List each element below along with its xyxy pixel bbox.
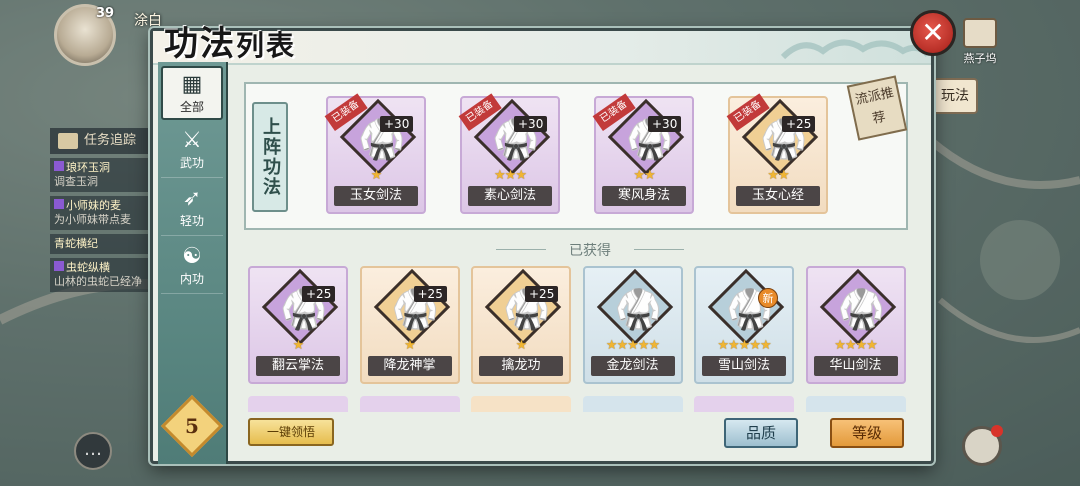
quest-marker-icon (54, 199, 64, 209)
quest-subtitle: 山林的虫蛇已经净 (54, 275, 142, 288)
skill-card[interactable]: 🥋 +25 ★ 翻云掌法 (248, 266, 348, 384)
skill-card[interactable]: 🥋 +25 ★ 降龙神掌 (359, 266, 460, 384)
player-name: 涂白 (134, 13, 162, 29)
partial-skill-card[interactable] (694, 396, 794, 412)
skill-stars: ★ (370, 168, 383, 183)
quest-title: 青蛇横纪 (54, 237, 98, 250)
quest-marker-icon (54, 261, 64, 271)
grid-icon: ▦ (181, 72, 203, 97)
skill-name: 华山剑法 (813, 356, 898, 376)
quest-item[interactable]: 小师妹的麦 为小师妹带点麦 (50, 196, 158, 230)
partial-skill-card[interactable] (582, 396, 683, 412)
partial-card-row (248, 396, 906, 412)
martial-artist-icon: 🥋 (837, 287, 885, 331)
dialog-title: 功法列表 (164, 16, 296, 65)
location-label: 燕子坞 (963, 52, 997, 65)
chat-bubble-icon: … (84, 439, 102, 460)
sidebar-item-label: 轻功 (179, 214, 204, 228)
skill-name: 擒龙功 (479, 356, 563, 376)
skill-stars: ★★★★ (834, 338, 878, 353)
claim-all-button[interactable]: 一键领悟 (248, 418, 334, 446)
sidebar-item-label: 内功 (179, 272, 204, 286)
quest-marker-icon (54, 161, 64, 171)
skill-bonus: +30 (514, 116, 548, 132)
quest-item[interactable]: 琅环玉洞 调查玉洞 (50, 158, 158, 192)
skill-name: 素心剑法 (468, 186, 552, 206)
player-level: 39 (95, 6, 115, 21)
quest-title: 虫蛇纵横 (66, 261, 110, 274)
sidebar-item-1[interactable]: ⚔ 武功 (161, 124, 223, 178)
quest-title: 琅环玉洞 (66, 161, 110, 174)
equipped-skill-card[interactable]: 🥋 +30 ★★ 寒风身法 已装备 (592, 93, 694, 214)
skill-stars: ★ (292, 338, 305, 353)
skill-card[interactable]: 🥋 ★★★★ 华山剑法 (805, 266, 906, 384)
sidebar-item-0[interactable]: ▦ 全部 (161, 66, 223, 120)
level-badge-number: 5 (185, 414, 199, 438)
skill-bonus: +25 (782, 116, 816, 132)
sort-quality-button[interactable]: 品质 (724, 418, 798, 448)
martial-artist-icon: 🥋 (614, 287, 662, 331)
sidebar-item-label: 全部 (179, 100, 204, 114)
skill-bonus: +25 (302, 286, 336, 302)
sword-icon: ⚔ (182, 128, 202, 153)
skill-bonus: +25 (525, 286, 559, 302)
scroll-icon (963, 18, 997, 48)
partial-skill-card[interactable] (359, 396, 460, 412)
dialog-title-small: 列表 (236, 29, 297, 62)
skill-name: 寒风身法 (602, 186, 686, 206)
sort-level-button[interactable]: 等级 (830, 418, 904, 448)
menu-orb-button[interactable] (962, 425, 1003, 466)
skill-stars: ★★★★★ (717, 338, 771, 353)
quest-subtitle: 为小师妹带点麦 (54, 213, 131, 226)
quest-subtitle: 调查玉洞 (54, 175, 98, 188)
equipped-section-label: 上阵功法 (252, 102, 288, 212)
notification-dot-icon (991, 425, 1003, 437)
skill-stars: ★ (404, 338, 416, 353)
sidebar-item-3[interactable]: ☯ 内功 (161, 240, 223, 294)
chat-button[interactable]: … (74, 432, 112, 470)
skill-card[interactable]: 🥋 ★★★★★ 雪山剑法新 (694, 266, 794, 384)
skill-stars: ★ (515, 338, 528, 353)
skill-stars: ★★ (633, 168, 655, 183)
equipped-skill-card[interactable]: 🥋 +25 ★★ 玉女心经 已装备 (726, 93, 828, 214)
meditation-icon: ☯ (182, 244, 202, 269)
quest-tracker: 任务追踪 琅环玉洞 调查玉洞 小师妹的麦 为小师妹带点麦 青蛇横纪 虫蛇纵横 山… (50, 128, 158, 318)
sidebar-item-label: 武功 (179, 156, 204, 170)
skill-name: 翻云掌法 (256, 356, 340, 376)
gameplay-tab[interactable]: 玩法 (932, 78, 978, 114)
cloud-decoration (780, 39, 931, 60)
partial-skill-card[interactable] (248, 396, 348, 412)
quest-item[interactable]: 青蛇横纪 (50, 234, 158, 254)
obtained-divider: 已获得 (490, 240, 690, 260)
skill-bonus: +25 (413, 286, 447, 302)
dialog-title-main: 功法 (164, 24, 236, 64)
skill-stars: ★★ (767, 168, 789, 183)
skill-card[interactable]: 🥋 +25 ★ 擒龙功 (471, 266, 571, 384)
close-button[interactable]: ✕ (910, 10, 956, 56)
skill-name: 降龙神掌 (367, 356, 452, 376)
skill-name: 玉女剑法 (334, 186, 418, 206)
skill-name: 玉女心经 (736, 186, 820, 206)
sidebar-item-2[interactable]: ➶ 轻功 (161, 182, 223, 236)
skill-card[interactable]: 🥋 ★★★★★ 金龙剑法 (582, 266, 683, 384)
equipped-skill-card[interactable]: 🥋 +30 ★ 玉女剑法 已装备 (324, 93, 426, 214)
quest-header-label: 任务追踪 (84, 133, 137, 148)
new-badge: 新 (758, 288, 778, 308)
equipped-skill-card[interactable]: 🥋 +30 ★★★ 素心剑法 已装备 (458, 93, 560, 214)
partial-skill-card[interactable] (471, 396, 571, 412)
skill-name: 雪山剑法 (702, 356, 786, 376)
location-button[interactable]: 燕子坞 (952, 18, 1008, 66)
close-icon: ✕ (921, 16, 945, 49)
quest-title: 小师妹的麦 (66, 199, 121, 212)
skill-stars: ★★★★★ (605, 338, 660, 353)
quest-tracker-header[interactable]: 任务追踪 (50, 128, 158, 154)
book-icon (58, 133, 78, 149)
feather-icon: ➶ (182, 186, 202, 211)
skill-stars: ★★★ (494, 168, 527, 183)
skill-bonus: +30 (380, 116, 414, 132)
skill-bonus: +30 (648, 116, 682, 132)
quest-item[interactable]: 虫蛇纵横 山林的虫蛇已经净 (50, 258, 158, 292)
skill-name: 金龙剑法 (590, 356, 675, 376)
partial-skill-card[interactable] (805, 396, 906, 412)
